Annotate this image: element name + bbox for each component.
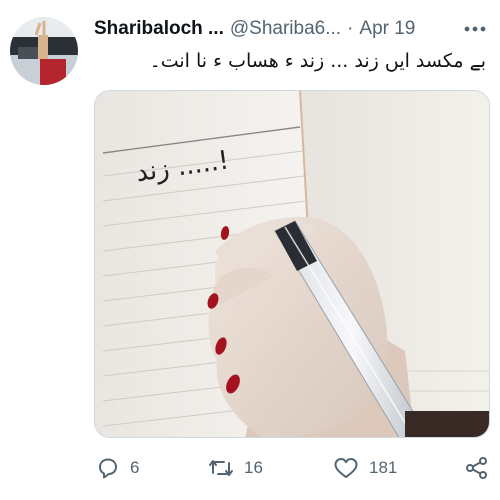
share-button[interactable] <box>464 452 490 484</box>
reply-count: 6 <box>130 458 140 477</box>
like-count: 181 <box>369 458 398 477</box>
retweet-count: 16 <box>244 458 263 477</box>
retweet-button[interactable]: 16 <box>208 452 263 484</box>
author-handle[interactable]: @Shariba6... <box>230 18 341 40</box>
author-name[interactable]: Sharibaloch ... <box>94 18 224 40</box>
reply-icon <box>99 458 117 479</box>
retweet-icon <box>209 460 233 476</box>
avatar[interactable] <box>10 17 78 85</box>
tweet-text: بے مکسد ایں زند ... زند ء هساب ء نا انت۔ <box>149 50 486 72</box>
tweet-header: Sharibaloch ... @Shariba6... · Apr 19 <box>94 16 490 42</box>
separator-dot: · <box>347 18 354 39</box>
like-button[interactable]: 181 <box>333 452 397 484</box>
tweet-date[interactable]: Apr 19 <box>359 18 415 40</box>
media-image: زند .....! <box>95 91 489 437</box>
tweet-actions: 6 16 181 <box>0 452 500 484</box>
tweet-media[interactable]: زند .....! <box>94 90 490 438</box>
heart-icon <box>334 458 358 478</box>
avatar-image <box>10 17 78 85</box>
share-icon <box>466 457 487 479</box>
more-icon[interactable] <box>464 16 486 42</box>
reply-button[interactable]: 6 <box>96 452 139 484</box>
